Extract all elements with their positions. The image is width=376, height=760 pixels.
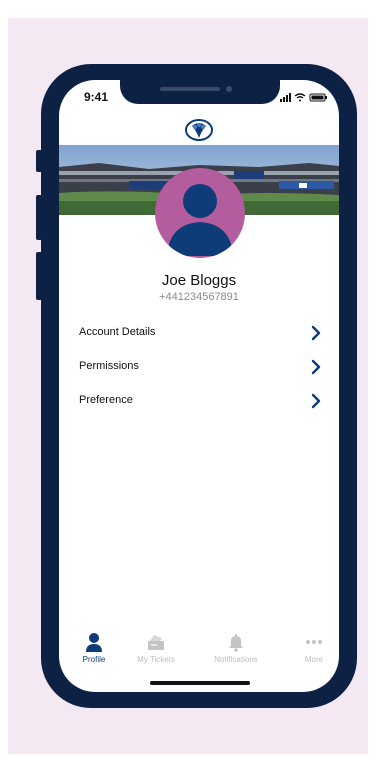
chevron-right-icon: [311, 325, 321, 341]
tab-label: My Tickets: [137, 655, 175, 664]
menu-item-account-details[interactable]: Account Details: [59, 318, 339, 348]
tab-label: Notifications: [214, 655, 258, 664]
notch: [120, 80, 280, 104]
status-time: 9:41: [84, 90, 109, 104]
tab-label: Profile: [82, 655, 106, 664]
scottish-rugby-logo-icon: [185, 119, 213, 141]
front-camera: [226, 86, 232, 92]
battery-icon: [309, 93, 327, 102]
status-icons: [280, 93, 327, 102]
ellipsis-icon: [306, 640, 322, 644]
tab-more[interactable]: More: [279, 628, 349, 672]
profile-phone: +441234567891: [159, 291, 239, 303]
home-indicator[interactable]: [150, 681, 250, 685]
menu-item-label: Account Details: [79, 326, 156, 338]
speaker: [160, 87, 220, 91]
menu-item-preference[interactable]: Preference: [59, 386, 339, 416]
bottom-tab-bar: Profile My Tickets Notifications More: [59, 628, 339, 672]
avatar[interactable]: [155, 168, 245, 258]
menu-item-label: Preference: [79, 394, 133, 406]
person-silhouette-icon: [167, 184, 233, 256]
bell-icon: [229, 634, 243, 652]
profile-name: Joe Bloggs: [161, 272, 237, 289]
menu-item-permissions[interactable]: Permissions: [59, 352, 339, 382]
tab-notifications[interactable]: Notifications: [201, 628, 271, 672]
chevron-right-icon: [311, 393, 321, 409]
chevron-right-icon: [311, 359, 321, 375]
tab-profile[interactable]: Profile: [59, 628, 129, 672]
tickets-icon: [148, 635, 164, 650]
menu-item-label: Permissions: [79, 360, 139, 372]
tab-my-tickets[interactable]: My Tickets: [121, 628, 191, 672]
wifi-icon: [294, 93, 306, 102]
tab-label: More: [304, 655, 324, 664]
person-icon: [86, 633, 102, 652]
signal-icon: [280, 93, 291, 102]
